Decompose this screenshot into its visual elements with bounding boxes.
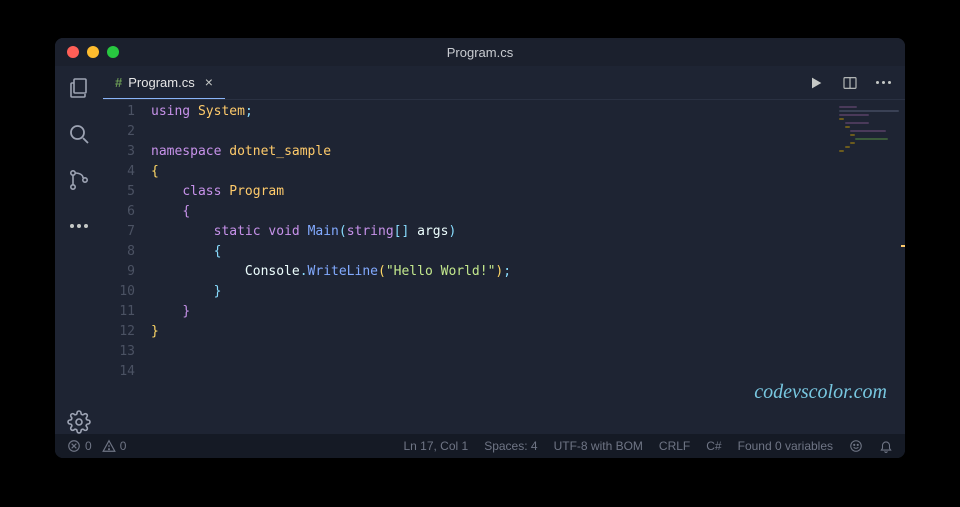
tab-program-cs[interactable]: # Program.cs × [103,66,225,99]
editor-actions [808,66,905,99]
editor-area: 1234567891011121314 using System; namesp… [103,100,905,434]
status-indentation[interactable]: Spaces: 4 [484,439,537,453]
window-controls [67,46,119,58]
maximize-window-button[interactable] [107,46,119,58]
tab-bar: # Program.cs × [103,66,905,100]
minimap[interactable] [833,100,905,434]
status-variables[interactable]: Found 0 variables [738,439,833,453]
more-views-icon[interactable] [67,214,91,238]
window-title: Program.cs [55,45,905,60]
split-editor-icon[interactable] [842,75,858,91]
editor-body: # Program.cs × 1234567891011121314 [55,66,905,434]
status-bar: 0 0 Ln 17, Col 1 Spaces: 4 UTF-8 with BO… [55,434,905,458]
more-actions-icon[interactable] [876,81,891,84]
close-window-button[interactable] [67,46,79,58]
code-content[interactable]: using System; namespace dotnet_sample{ c… [151,102,833,434]
editor-window: Program.cs [55,38,905,458]
feedback-smiley-icon[interactable] [849,439,863,453]
status-errors[interactable]: 0 [67,439,92,453]
warning-count: 0 [120,439,127,453]
text-editor[interactable]: 1234567891011121314 using System; namesp… [103,100,833,434]
line-number-gutter: 1234567891011121314 [103,102,151,434]
tab-label: Program.cs [128,75,194,90]
csharp-file-icon: # [115,75,122,90]
status-eol[interactable]: CRLF [659,439,690,453]
status-language[interactable]: C# [706,439,721,453]
status-cursor-position[interactable]: Ln 17, Col 1 [403,439,468,453]
main-area: # Program.cs × 1234567891011121314 [103,66,905,434]
status-encoding[interactable]: UTF-8 with BOM [554,439,643,453]
notifications-bell-icon[interactable] [879,439,893,453]
close-tab-icon[interactable]: × [205,74,213,90]
run-icon[interactable] [808,75,824,91]
error-count: 0 [85,439,92,453]
settings-gear-icon[interactable] [67,410,91,434]
source-control-icon[interactable] [67,168,91,192]
minimize-window-button[interactable] [87,46,99,58]
error-icon [67,439,81,453]
activity-bar [55,66,103,434]
status-warnings[interactable]: 0 [102,439,127,453]
search-icon[interactable] [67,122,91,146]
titlebar: Program.cs [55,38,905,66]
warning-icon [102,439,116,453]
explorer-icon[interactable] [67,76,91,100]
